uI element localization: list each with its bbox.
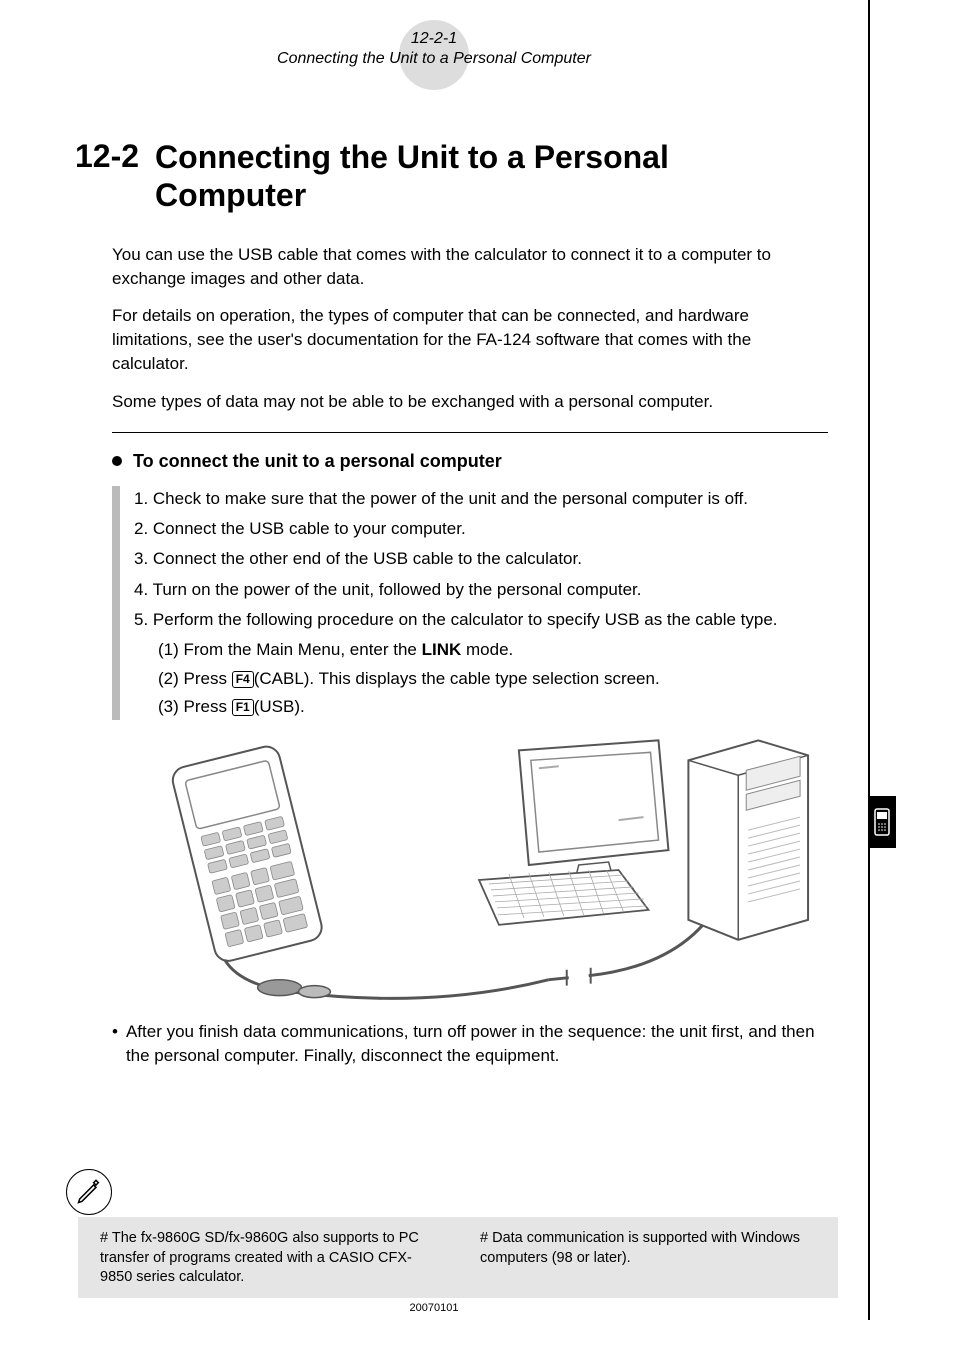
substep-text: (1) From the Main Menu, enter the [158,640,422,659]
substep-text: (2) Press [158,669,232,688]
substep-item: (2) Press F4(CABL). This displays the ca… [134,666,828,692]
step-item: 3. Connect the other end of the USB cabl… [134,546,828,572]
bullet-icon [112,456,122,466]
procedure-heading: To connect the unit to a personal comput… [112,451,828,472]
after-note-text: After you finish data communications, tu… [126,1020,828,1068]
section-title: Connecting the Unit to a Personal Comput… [155,138,828,215]
calculator-to-pc-diagram-icon [130,730,828,1010]
intro-paragraph: You can use the USB cable that comes wit… [112,243,828,291]
procedure-block: To connect the unit to a personal comput… [0,433,868,721]
connection-illustration [130,730,828,1010]
page-header: 12-2-1 Connecting the Unit to a Personal… [0,0,868,68]
footnotes-block: # The fx-9860G SD/fx-9860G also supports… [78,1217,838,1298]
after-note: • After you finish data communications, … [0,1020,868,1068]
keycap-f4: F4 [232,671,254,688]
footnote-left: # The fx-9860G SD/fx-9860G also supports… [100,1229,440,1288]
intro-paragraph: For details on operation, the types of c… [112,304,828,375]
header-subtitle: Connecting the Unit to a Personal Comput… [0,50,868,68]
pencil-note-icon [66,1169,112,1215]
section-title-row: 12-2 Connecting the Unit to a Personal C… [0,138,868,215]
step-item: 4. Turn on the power of the unit, follow… [134,577,828,603]
substep-item: (1) From the Main Menu, enter the LINK m… [134,637,828,663]
keycap-f1: F1 [232,699,254,716]
side-tab-icon [868,796,896,848]
intro-block: You can use the USB cable that comes wit… [0,215,868,414]
substep-item: (3) Press F1(USB). [134,694,828,720]
steps-list: 1. Check to make sure that the power of … [112,486,828,721]
page-reference: 12-2-1 [0,30,868,48]
substep-text: (3) Press [158,697,232,716]
date-stamp: 20070101 [0,1302,868,1314]
substep-text: mode. [461,640,513,659]
step-item: 5. Perform the following procedure on th… [134,607,828,633]
substep-text: (CABL). This displays the cable type sel… [254,669,660,688]
step-item: 1. Check to make sure that the power of … [134,486,828,512]
section-number: 12-2 [75,138,139,215]
footnote-right: # Data communication is supported with W… [480,1229,820,1288]
step-item: 2. Connect the USB cable to your compute… [134,516,828,542]
procedure-heading-text: To connect the unit to a personal comput… [133,451,502,471]
bullet-icon: • [112,1020,118,1068]
mode-name: LINK [422,640,462,659]
intro-paragraph: Some types of data may not be able to be… [112,390,828,414]
substep-text: (USB). [254,697,305,716]
manual-page: 12-2-1 Connecting the Unit to a Personal… [0,0,870,1320]
